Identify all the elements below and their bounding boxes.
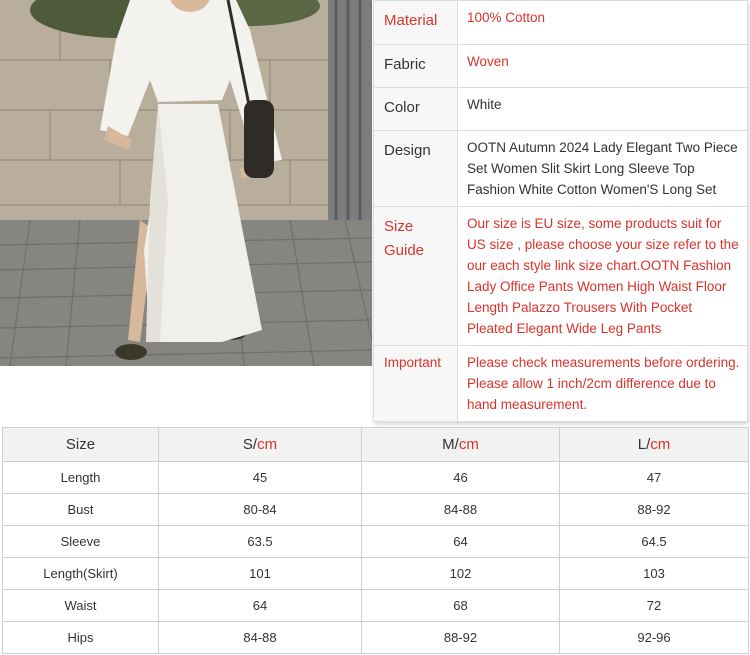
measurement-value: 101	[158, 557, 362, 590]
attribute-key: Important	[373, 345, 458, 422]
measurement-value: 80-84	[158, 493, 362, 526]
measurement-value: 68	[361, 589, 560, 622]
attribute-value: OOTN Autumn 2024 Lady Elegant Two Piece …	[457, 130, 748, 207]
attribute-row: Material 100% Cotton	[373, 0, 748, 45]
measurement-value: 46	[361, 461, 560, 494]
size-l-header: L/cm	[559, 427, 749, 462]
measurement-value: 45	[158, 461, 362, 494]
size-chart-row: Sleeve 63.5 64 64.5	[2, 525, 749, 558]
size-chart-row: Bust 80-84 84-88 88-92	[2, 493, 749, 526]
measurement-value: 88-92	[559, 493, 749, 526]
attribute-row: Fabric Woven	[373, 44, 748, 88]
attribute-key: Fabric	[373, 44, 458, 88]
measurement-label: Sleeve	[2, 525, 159, 558]
size-chart-row: Hips 84-88 88-92 92-96	[2, 621, 749, 654]
measurement-value: 64.5	[559, 525, 749, 558]
size-m-header: M/cm	[361, 427, 560, 462]
size-chart-row: Waist 64 68 72	[2, 589, 749, 622]
product-photo	[0, 0, 372, 366]
size-column-header: Size	[2, 427, 159, 462]
attribute-key: Color	[373, 87, 458, 131]
measurement-label: Length	[2, 461, 159, 494]
attribute-value: Our size is EU size, some products suit …	[457, 206, 748, 346]
size-chart-header-row: Size S/cm M/cm L/cm	[2, 427, 749, 462]
attribute-key: Size Guide	[373, 206, 458, 346]
measurement-label: Hips	[2, 621, 159, 654]
measurement-value: 84-88	[158, 621, 362, 654]
size-chart-row: Length(Skirt) 101 102 103	[2, 557, 749, 590]
measurement-value: 88-92	[361, 621, 560, 654]
attribute-row: Size Guide Our size is EU size, some prod…	[373, 206, 748, 346]
product-attributes-table: Material 100% Cotton Fabric Woven Color White…	[373, 0, 748, 422]
measurement-value: 64	[361, 525, 560, 558]
measurement-value: 63.5	[158, 525, 362, 558]
measurement-label: Waist	[2, 589, 159, 622]
attribute-row: Important Please check measurements befor…	[373, 345, 748, 422]
size-chart-table: Size S/cm M/cm L/cm Length 45 46 47 Bust 80-8…	[2, 427, 749, 654]
attribute-value: Woven	[457, 44, 748, 88]
measurement-value: 92-96	[559, 621, 749, 654]
attribute-value: 100% Cotton	[457, 0, 748, 45]
measurement-label: Length(Skirt)	[2, 557, 159, 590]
size-s-header: S/cm	[158, 427, 362, 462]
attribute-key: Material	[373, 0, 458, 45]
measurement-value: 64	[158, 589, 362, 622]
attribute-row: Design OOTN Autumn 2024 Lady Elegant Two …	[373, 130, 748, 207]
attribute-value: Please check measurements before orderin…	[457, 345, 748, 422]
measurement-value: 47	[559, 461, 749, 494]
size-chart-row: Length 45 46 47	[2, 461, 749, 494]
measurement-value: 72	[559, 589, 749, 622]
attribute-value: White	[457, 87, 748, 131]
attribute-row: Color White	[373, 87, 748, 131]
attribute-key: Design	[373, 130, 458, 207]
measurement-label: Bust	[2, 493, 159, 526]
measurement-value: 102	[361, 557, 560, 590]
measurement-value: 84-88	[361, 493, 560, 526]
measurement-value: 103	[559, 557, 749, 590]
